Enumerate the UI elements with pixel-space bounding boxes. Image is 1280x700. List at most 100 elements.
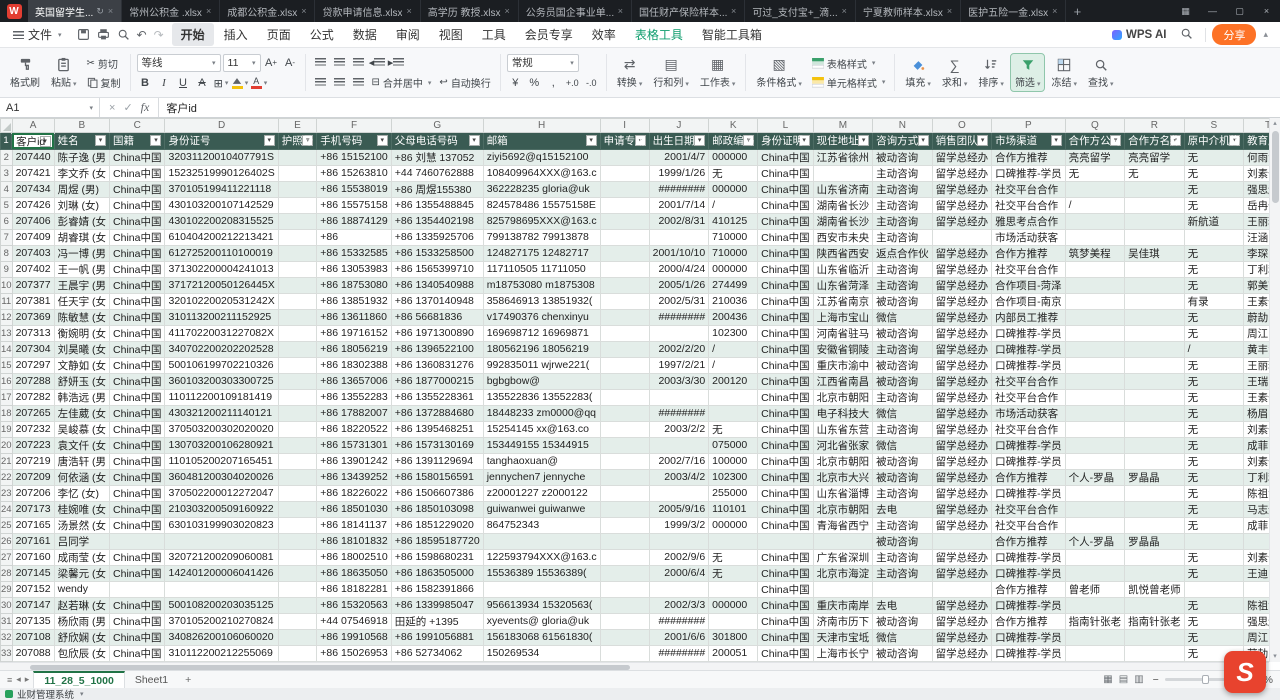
cell[interactable] [278, 645, 317, 661]
cell[interactable]: China中国 [758, 565, 813, 581]
cell[interactable] [1065, 517, 1125, 533]
row-number[interactable]: 30 [1, 597, 13, 613]
cell[interactable]: 主动咨询 [873, 261, 933, 277]
filter-dropdown-icon[interactable]: ▾ [858, 135, 869, 146]
cell[interactable] [278, 629, 317, 645]
cell[interactable] [110, 581, 165, 597]
filter-dropdown-icon[interactable]: ▾ [1170, 135, 1181, 146]
row-number[interactable]: 29 [1, 581, 13, 597]
cell[interactable]: 000000 [709, 517, 758, 533]
cell[interactable] [1125, 213, 1185, 229]
cell[interactable] [600, 453, 649, 469]
cell[interactable] [600, 261, 649, 277]
cell[interactable]: China中国 [110, 373, 165, 389]
underline-button[interactable]: U [175, 75, 192, 92]
cell[interactable]: 成雨莹 (女 [54, 549, 109, 565]
cell[interactable]: 成菲 [1244, 517, 1269, 533]
cell[interactable]: 留学总经办 [932, 181, 992, 197]
cell[interactable]: +86 56681836 [391, 309, 483, 325]
header-cell[interactable]: ▾身份证明 [758, 133, 813, 150]
cell[interactable]: 留学总经办 [932, 293, 992, 309]
menu-tab-智能工具箱[interactable]: 智能工具箱 [693, 23, 771, 46]
column-header-B[interactable]: B [54, 119, 109, 133]
cell[interactable]: +86 18635050 [317, 565, 391, 581]
cell[interactable] [1125, 261, 1185, 277]
cell[interactable]: China中国 [758, 485, 813, 501]
cell[interactable]: z20001227 z2000122 [483, 485, 600, 501]
cell[interactable] [709, 581, 758, 597]
decrease-font-button[interactable]: A- [282, 54, 299, 71]
scroll-up-icon[interactable]: ▴ [1270, 118, 1280, 129]
cell[interactable]: 500108200203035125 [165, 597, 278, 613]
cell[interactable]: China中国 [110, 437, 165, 453]
cell[interactable] [1125, 549, 1185, 565]
file-tab[interactable]: 医护五险一金.xlsx× [961, 0, 1066, 22]
cell[interactable] [600, 565, 649, 581]
cell[interactable]: 口碑推荐-学员 [992, 165, 1066, 181]
cell[interactable]: 合作方推荐 [992, 469, 1066, 485]
cell[interactable] [932, 533, 992, 549]
cell[interactable]: 山东省淄博 [813, 485, 873, 501]
cell[interactable] [649, 325, 709, 341]
cell[interactable] [709, 389, 758, 405]
cell[interactable]: 207369 [12, 309, 54, 325]
cell[interactable] [278, 549, 317, 565]
cell[interactable]: +86 17882007 [317, 405, 391, 421]
row-number[interactable]: 15 [1, 357, 13, 373]
column-header-P[interactable]: P [992, 119, 1066, 133]
cell[interactable]: 207282 [12, 389, 54, 405]
cell[interactable]: 无 [1065, 165, 1125, 181]
cell[interactable]: 370502200012272047 [165, 485, 278, 501]
cell[interactable] [1065, 453, 1125, 469]
cell[interactable]: 207147 [12, 597, 54, 613]
cell[interactable]: 207088 [12, 645, 54, 661]
cell[interactable]: China中国 [110, 165, 165, 181]
filter-dropdown-icon[interactable]: ▾ [469, 135, 480, 146]
sheet-next-icon[interactable]: ▸ [25, 674, 30, 685]
cell[interactable] [278, 325, 317, 341]
cell[interactable]: 刘琳 (女) [54, 197, 109, 213]
cell[interactable]: 360103200303300725 [165, 373, 278, 389]
cell[interactable]: 合作方推荐 [992, 149, 1066, 165]
filter-dropdown-icon[interactable]: ▾ [302, 135, 313, 146]
font-size-select[interactable]: 11▾ [223, 54, 261, 72]
row-number[interactable]: 17 [1, 389, 13, 405]
row-number[interactable]: 28 [1, 565, 13, 581]
comma-format-button[interactable]: , [545, 75, 562, 92]
cell[interactable] [600, 165, 649, 181]
cell[interactable]: +86 刘慧 137052 [391, 149, 483, 165]
close-button[interactable]: × [1253, 0, 1280, 22]
cell[interactable]: China中国 [110, 245, 165, 261]
cell[interactable]: 无 [1184, 613, 1244, 629]
cell[interactable] [278, 341, 317, 357]
paste-button[interactable]: 粘贴▾ [47, 54, 81, 91]
cell[interactable]: 蔚劼 [1244, 309, 1269, 325]
cell[interactable]: 口碑推荐-学员 [992, 645, 1066, 661]
row-number[interactable]: 1 [1, 133, 13, 150]
cell[interactable]: 周江 [1244, 325, 1269, 341]
column-header-L[interactable]: L [758, 119, 813, 133]
cell[interactable]: 207265 [12, 405, 54, 421]
scroll-down-icon[interactable]: ▾ [1270, 651, 1280, 662]
cell[interactable]: +86 15538019 [317, 181, 391, 197]
filter-button[interactable]: 筛选▾ [1011, 54, 1045, 91]
cell[interactable]: 留学总经办 [932, 389, 992, 405]
cell[interactable]: 被动咨询 [873, 645, 933, 661]
cell[interactable]: China中国 [110, 293, 165, 309]
cell[interactable]: 罗晶晶 [1125, 533, 1185, 549]
cell[interactable]: +86 1991056881 [391, 629, 483, 645]
cell[interactable]: 主动咨询 [873, 213, 933, 229]
header-cell[interactable]: ▾现住地址 [813, 133, 873, 150]
vertical-scroll-thumb[interactable] [1272, 131, 1279, 203]
cell[interactable]: 杨欣雨 (男 [54, 613, 109, 629]
cell[interactable]: 207173 [12, 501, 54, 517]
cell[interactable]: 207297 [12, 357, 54, 373]
cell[interactable]: 2000/6/4 [649, 565, 709, 581]
filter-dropdown-icon[interactable]: ▾ [1229, 135, 1240, 146]
cell[interactable]: 北京市朝阳 [813, 453, 873, 469]
sum-button[interactable]: ∑ 求和▾ [938, 54, 972, 91]
file-tab[interactable]: 国任财产保险样本...× [632, 0, 745, 22]
cell[interactable]: 825798695XXX@163.c [483, 213, 600, 229]
cell[interactable]: 北京市海淀 [813, 565, 873, 581]
print-preview-icon[interactable] [117, 28, 130, 41]
